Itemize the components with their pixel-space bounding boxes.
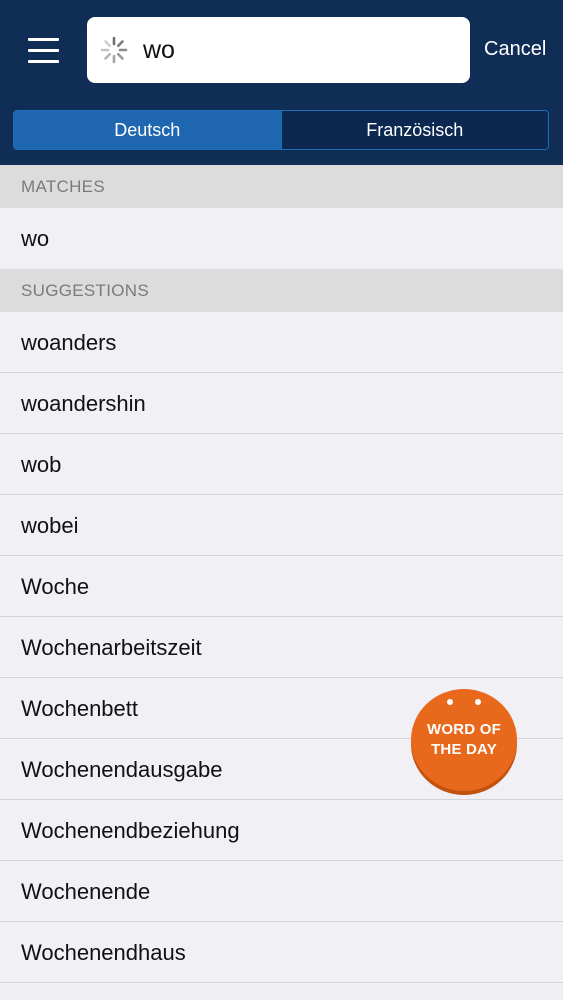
search-box[interactable] [87,17,470,83]
word-of-the-day-button[interactable]: WORD OF THE DAY [411,689,517,795]
calendar-ring-icon [447,699,453,705]
matches-section-header: MATCHES [0,165,563,209]
suggestion-row[interactable]: woandershin [0,373,563,434]
suggestion-row[interactable]: Woche [0,556,563,617]
search-input[interactable] [143,31,453,69]
loading-spinner-icon [100,36,128,64]
word-of-the-day-line1: WORD OF [427,721,501,738]
suggestion-row[interactable]: wobei [0,495,563,556]
suggestion-row[interactable]: Wochenendbeziehung [0,800,563,861]
suggestions-section-header: SUGGESTIONS [0,269,563,313]
suggestion-row[interactable]: Wochenende [0,861,563,922]
suggestion-row[interactable]: woanders [0,312,563,373]
tab-deutsch[interactable]: Deutsch [14,111,281,149]
suggestion-row[interactable]: Wochenendhaus [0,922,563,983]
word-of-the-day-badge: WORD OF THE DAY [411,689,517,791]
cancel-button[interactable]: Cancel [484,38,546,61]
suggestion-row[interactable]: Wochenarbeitszeit [0,617,563,678]
suggestion-row[interactable]: wob [0,434,563,495]
match-row[interactable]: wo [0,208,563,269]
top-bar: Cancel Deutsch Französisch [0,0,563,165]
calendar-ring-icon [475,699,481,705]
hamburger-menu-icon[interactable] [28,38,60,64]
tab-franzoesisch[interactable]: Französisch [280,111,548,149]
language-segmented-control: Deutsch Französisch [13,110,549,150]
word-of-the-day-line2: THE DAY [431,741,497,758]
